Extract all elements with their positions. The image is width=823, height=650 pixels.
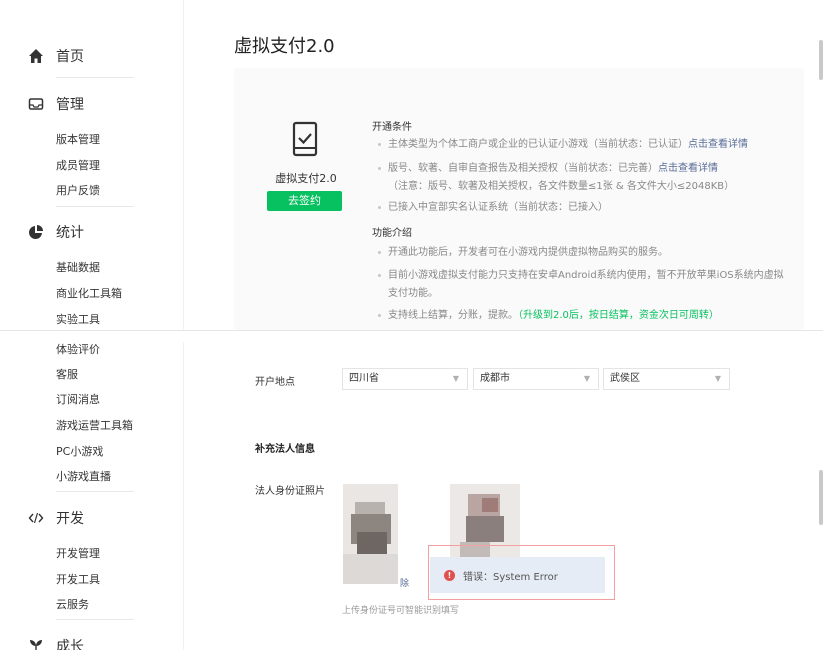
sidebar-item-pc-game[interactable]: PC小游戏 [56, 443, 103, 459]
sign-button[interactable]: 去签约 [267, 191, 342, 211]
sidebar-item-label: 开发 [56, 511, 84, 527]
delete-link[interactable]: 除 [400, 576, 409, 589]
sidebar-item-dev-manage[interactable]: 开发管理 [56, 545, 100, 561]
scrollbar[interactable] [817, 0, 823, 650]
chevron-down-icon: ▼ [714, 374, 721, 383]
divider [56, 206, 134, 207]
phone-icon [292, 121, 318, 157]
bullet-dot [378, 250, 381, 254]
bullet-dot [378, 166, 381, 170]
error-icon: ! [444, 569, 455, 581]
screenshot-seam [0, 330, 823, 342]
upload-hint: 上传身份证号可智能识别填写 [342, 606, 460, 616]
city-select[interactable]: 成都市 ▼ [473, 368, 599, 390]
bullet-dot [378, 205, 381, 209]
sprout-icon [30, 640, 42, 650]
pie-chart-icon [29, 225, 43, 239]
app-page: 首页 管理 版本管理 成员管理 用户反馈 统计 基础数据 商业化工具箱 实验工具… [0, 0, 823, 650]
divider [56, 619, 134, 620]
home-icon [29, 49, 43, 63]
sidebar-item-feedback[interactable]: 用户反馈 [56, 182, 100, 198]
sidebar-item-live[interactable]: 小游戏直播 [56, 468, 111, 484]
sidebar: 首页 管理 版本管理 成员管理 用户反馈 统计 基础数据 商业化工具箱 实验工具… [0, 0, 184, 650]
inbox-icon [28, 98, 44, 110]
feature-item-cont: 支付功能。 [388, 288, 438, 299]
scrollbar-thumb[interactable] [819, 40, 823, 80]
feature-item: 开通此功能后，开发者可在小游戏内提供虚拟物品购买的服务。 [378, 245, 668, 260]
sidebar-item-experiment[interactable]: 实验工具 [56, 311, 100, 327]
sidebar-item-manage[interactable]: 管理 [28, 92, 84, 116]
conditions-title: 开通条件 [372, 122, 412, 133]
bullet-dot [378, 273, 381, 277]
sidebar-item-members[interactable]: 成员管理 [56, 157, 100, 173]
sidebar-item-stats[interactable]: 统计 [28, 220, 84, 244]
code-icon [28, 512, 44, 524]
district-select[interactable]: 武侯区 ▼ [603, 368, 730, 390]
condition-note: （注意：版号、软著及相关授权，各文件数量≤1张 & 各文件大小≤2048KB） [388, 181, 735, 192]
province-select[interactable]: 四川省 ▼ [342, 368, 468, 390]
features-title: 功能介绍 [372, 228, 412, 239]
sidebar-item-subscription[interactable]: 订阅消息 [56, 391, 100, 407]
sidebar-item-cloud[interactable]: 云服务 [56, 596, 89, 612]
condition-item: 版号、软著、自审自查报告及相关授权（当前状态：已完善）点击查看详情 [378, 161, 718, 176]
divider [56, 491, 134, 492]
product-name: 虚拟支付2.0 [275, 172, 337, 185]
sidebar-item-label: 管理 [56, 97, 84, 113]
sidebar-item-experience[interactable]: 体验评价 [56, 341, 100, 357]
sidebar-item-label: 成长 [56, 639, 84, 650]
id-photo-front[interactable] [343, 484, 398, 584]
page-title: 虚拟支付2.0 [234, 36, 335, 57]
sidebar-item-commerce-tools[interactable]: 商业化工具箱 [56, 285, 122, 301]
details-link[interactable]: 点击查看详情 [688, 139, 748, 150]
sidebar-item-ops-toolbox[interactable]: 游戏运营工具箱 [56, 417, 133, 433]
condition-item: 主体类型为个体工商户或企业的已认证小游戏（当前状态：已认证）点击查看详情 [378, 137, 748, 152]
chevron-down-icon: ▼ [452, 374, 459, 383]
chevron-down-icon: ▼ [583, 374, 590, 383]
sidebar-item-growth[interactable]: 成长 [28, 634, 84, 650]
sidebar-item-home[interactable]: 首页 [28, 44, 84, 68]
sidebar-item-basic-data[interactable]: 基础数据 [56, 259, 100, 275]
sidebar-item-dev[interactable]: 开发 [28, 506, 84, 530]
sidebar-item-version[interactable]: 版本管理 [56, 131, 100, 147]
sidebar-item-dev-tools[interactable]: 开发工具 [56, 571, 100, 587]
sidebar-item-label: 首页 [56, 49, 84, 65]
details-link[interactable]: 点击查看详情 [658, 163, 718, 174]
feature-item: 支持线上结算，分账，提款。（升级到2.0后，按日结算，资金次日可周转） [378, 308, 719, 323]
error-toast: ! 错误：System Error [430, 557, 605, 593]
scrollbar-thumb[interactable] [819, 470, 823, 525]
district-value: 武侯区 [610, 373, 640, 384]
legal-section-title: 补充法人信息 [255, 444, 315, 455]
sidebar-item-support[interactable]: 客服 [56, 366, 78, 382]
bullet-dot [378, 142, 381, 146]
highlight-text: （升级到2.0后，按日结算，资金次日可周转） [518, 310, 719, 321]
feature-item: 目前小游戏虚拟支付能力只支持在安卓Android系统内使用，暂不开放苹果iOS系… [378, 268, 784, 283]
condition-item: 已接入中宣部实名认证系统（当前状态：已接入） [378, 200, 608, 215]
location-label: 开户地点 [255, 377, 295, 388]
city-value: 成都市 [480, 373, 510, 384]
id-photo-label: 法人身份证照片 [255, 486, 325, 497]
province-value: 四川省 [349, 373, 379, 384]
sidebar-item-label: 统计 [56, 225, 84, 241]
error-message: 错误：System Error [463, 571, 558, 583]
bullet-dot [378, 313, 381, 317]
divider [56, 77, 134, 78]
